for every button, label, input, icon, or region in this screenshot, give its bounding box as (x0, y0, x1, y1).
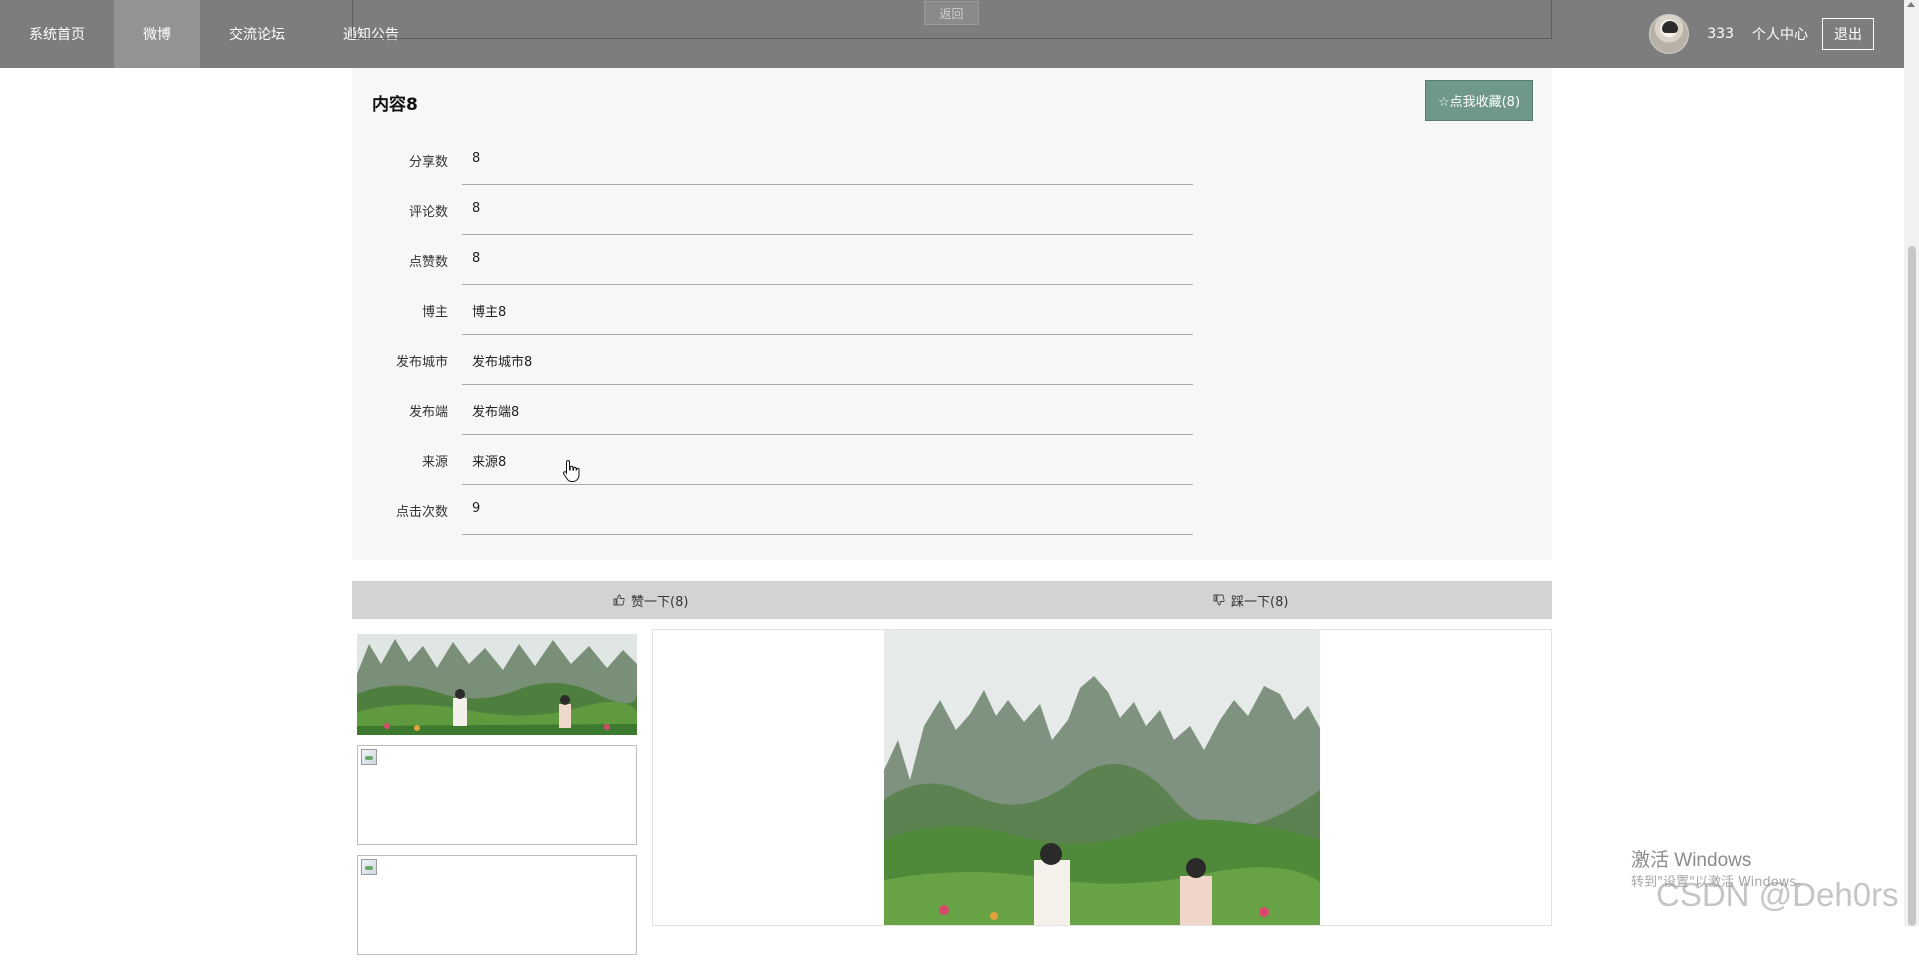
field-value[interactable]: 8 (462, 235, 1193, 285)
field-row-click-count: 点击次数 9 (352, 485, 1193, 535)
field-row-comment-count: 评论数 8 (352, 185, 1193, 235)
detail-panel: 内容8 ☆点我收藏(8) 分享数 8 评论数 8 点赞数 8 博主 博主8 发布… (352, 68, 1552, 560)
nav-item-forum[interactable]: 交流论坛 (200, 0, 314, 68)
vote-bar: 赞一下(8) 踩一下(8) (352, 581, 1552, 619)
page-title: 内容8 (372, 95, 418, 115)
thumb-down-icon (1213, 594, 1225, 606)
scroll-up-arrow-icon[interactable] (1907, 2, 1915, 7)
thumbnail-placeholder[interactable] (357, 855, 637, 955)
field-label: 发布城市 (395, 355, 448, 370)
landscape-photo (884, 630, 1320, 925)
broken-image-icon (361, 859, 377, 875)
field-value[interactable]: 8 (462, 135, 1193, 185)
field-row-share-count: 分享数 8 (352, 135, 1193, 185)
like-label: 赞一下(8) (631, 594, 689, 610)
username: 333 (1707, 26, 1734, 42)
thumbnail-photo[interactable] (357, 634, 637, 735)
nav-item-weibo[interactable]: 微博 (114, 0, 200, 68)
nav-item-home[interactable]: 系统首页 (0, 0, 114, 68)
field-label: 分享数 (408, 155, 448, 170)
personal-center-link[interactable]: 个人中心 (1752, 24, 1808, 44)
dislike-button[interactable]: 踩一下(8) (1213, 581, 1288, 619)
main-photo[interactable] (884, 630, 1320, 925)
windows-activation-title: 激活 Windows (1631, 850, 1752, 871)
scroll-thumb[interactable] (1908, 246, 1916, 926)
field-label: 博主 (421, 305, 448, 320)
dislike-label: 踩一下(8) (1231, 594, 1289, 610)
field-row-like-count: 点赞数 8 (352, 235, 1193, 285)
field-value[interactable]: 9 (462, 485, 1193, 535)
thumb-up-icon (613, 594, 625, 606)
field-value[interactable]: 发布端8 (462, 385, 1193, 435)
broken-image-icon (361, 749, 377, 765)
main-image-viewer (652, 629, 1552, 926)
field-label: 来源 (421, 455, 448, 470)
field-row-client: 发布端 发布端8 (352, 385, 1193, 435)
nav-item-notice[interactable]: 通知公告 (314, 0, 428, 68)
field-value[interactable]: 博主8 (462, 285, 1193, 335)
thumbnail-list (357, 634, 637, 965)
field-row-blogger: 博主 博主8 (352, 285, 1193, 335)
field-row-source: 来源 来源8 (352, 435, 1193, 485)
field-value[interactable]: 发布城市8 (462, 335, 1193, 385)
back-button[interactable]: 返回 (924, 1, 979, 25)
field-row-city: 发布城市 发布城市8 (352, 335, 1193, 385)
csdn-watermark: CSDN @Deh0rs (1656, 876, 1899, 913)
thumbnail-placeholder[interactable] (357, 745, 637, 845)
logout-button[interactable]: 退出 (1822, 18, 1874, 50)
avatar[interactable] (1649, 14, 1690, 54)
like-button[interactable]: 赞一下(8) (613, 581, 688, 619)
page-scrollbar[interactable] (1904, 0, 1919, 926)
favorite-label: ☆点我收藏(8) (1437, 95, 1521, 110)
favorite-button[interactable]: ☆点我收藏(8) (1425, 80, 1533, 121)
field-value[interactable]: 8 (462, 185, 1193, 235)
landscape-photo (357, 634, 637, 735)
field-label: 评论数 (408, 205, 448, 220)
field-label: 发布端 (408, 405, 448, 420)
nav-user-area: 333 个人中心 退出 (1649, 0, 1874, 68)
field-label: 点赞数 (408, 255, 448, 270)
hand-pointer-icon (563, 459, 580, 482)
field-label: 点击次数 (395, 505, 448, 520)
